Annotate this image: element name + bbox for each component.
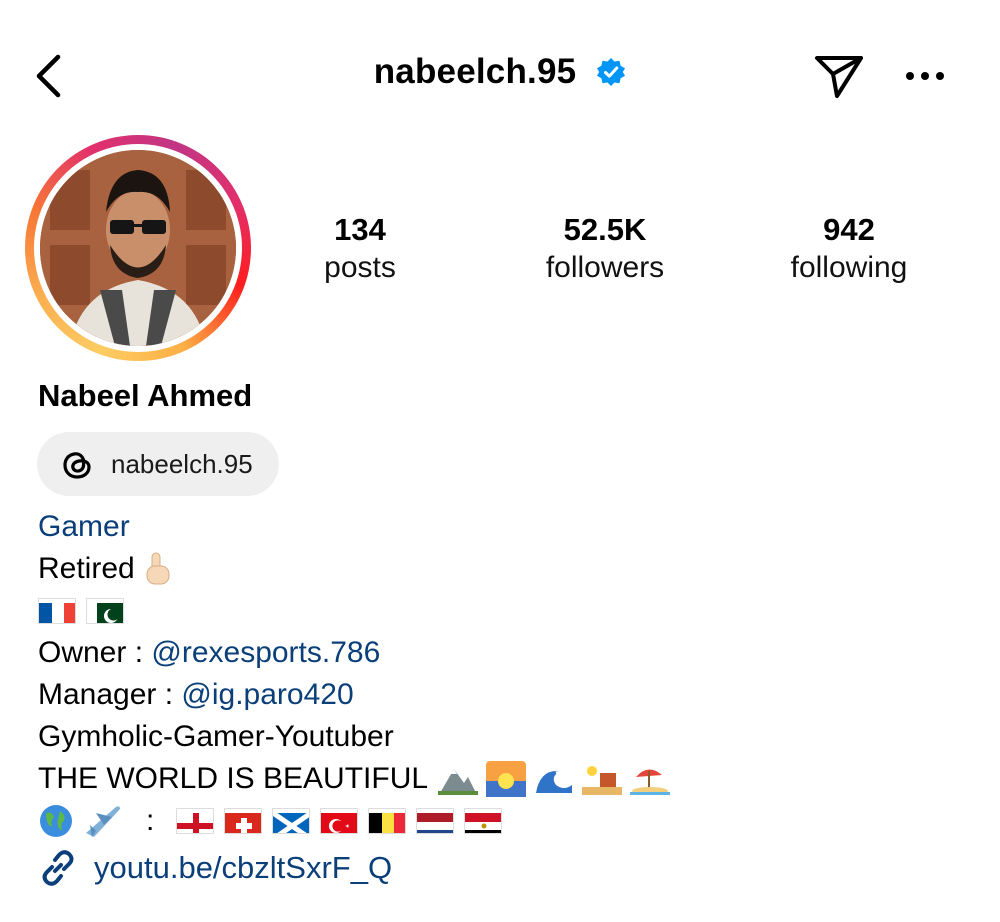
display-name: Nabeel Ahmed — [38, 378, 253, 413]
travel-separator: : — [146, 804, 155, 837]
verified-badge-icon — [596, 57, 626, 87]
belgium-flag-icon — [368, 808, 407, 834]
send-message-button[interactable] — [810, 50, 868, 102]
france-flag-icon — [38, 598, 76, 624]
threads-profile-button[interactable]: nabeelch.95 — [37, 432, 279, 496]
followers-count: 52.5K — [563, 212, 647, 247]
stat-following[interactable]: 942 following — [749, 212, 949, 288]
threads-handle: nabeelch.95 — [111, 448, 253, 479]
profile-page: nabeelch.95 134 posts 52.5K followers 94… — [0, 0, 1000, 922]
bio-world-text: THE WORLD IS BEAUTIFUL — [38, 762, 429, 795]
following-count: 942 — [823, 212, 875, 247]
switzerland-flag-icon — [224, 808, 263, 834]
mountain-emoji-icon — [438, 763, 479, 795]
owner-mention-link[interactable]: @rexesports.786 — [151, 632, 380, 674]
paper-plane-icon — [815, 56, 863, 98]
category-link[interactable]: Gamer — [38, 506, 130, 548]
pointing-up-emoji-icon — [141, 552, 173, 586]
following-label: following — [790, 251, 908, 284]
bio: Gamer Retired Owner : @rexesports.786 Ma… — [38, 506, 978, 842]
more-options-button[interactable] — [900, 54, 950, 98]
beach-emoji-icon — [630, 763, 671, 795]
threads-icon — [59, 446, 95, 482]
sunrise-emoji-icon — [486, 761, 527, 797]
stat-followers[interactable]: 52.5K followers — [505, 212, 705, 288]
posts-label: posts — [324, 251, 396, 284]
external-link-text: youtu.be/cbzltSxrF_Q — [94, 850, 393, 885]
airplane-emoji-icon — [82, 803, 124, 839]
manager-prefix: Manager : — [38, 678, 182, 711]
link-icon — [42, 850, 74, 886]
story-ring[interactable] — [25, 135, 251, 361]
egypt-flag-icon — [464, 808, 503, 834]
desert-emoji-icon — [582, 763, 623, 795]
england-flag-icon — [176, 808, 215, 834]
avatar — [40, 150, 236, 346]
netherlands-flag-icon — [416, 808, 455, 834]
pakistan-flag-icon — [86, 598, 124, 624]
followers-label: followers — [545, 251, 665, 284]
posts-count: 134 — [334, 212, 386, 247]
stat-posts[interactable]: 134 posts — [260, 212, 460, 288]
scotland-flag-icon — [272, 808, 311, 834]
page-title: nabeelch.95 — [373, 52, 577, 91]
external-link[interactable]: youtu.be/cbzltSxrF_Q — [38, 848, 392, 888]
owner-prefix: Owner : — [38, 636, 152, 669]
turkey-flag-icon — [320, 808, 359, 834]
bio-tagline: Gymholic-Gamer-Youtuber — [38, 720, 394, 753]
wave-emoji-icon — [534, 763, 574, 795]
top-bar: nabeelch.95 — [0, 40, 1000, 110]
ellipsis-icon — [906, 72, 944, 80]
globe-emoji-icon — [38, 803, 74, 839]
manager-mention-link[interactable]: @ig.paro420 — [181, 674, 353, 716]
bio-retired: Retired — [38, 552, 135, 585]
